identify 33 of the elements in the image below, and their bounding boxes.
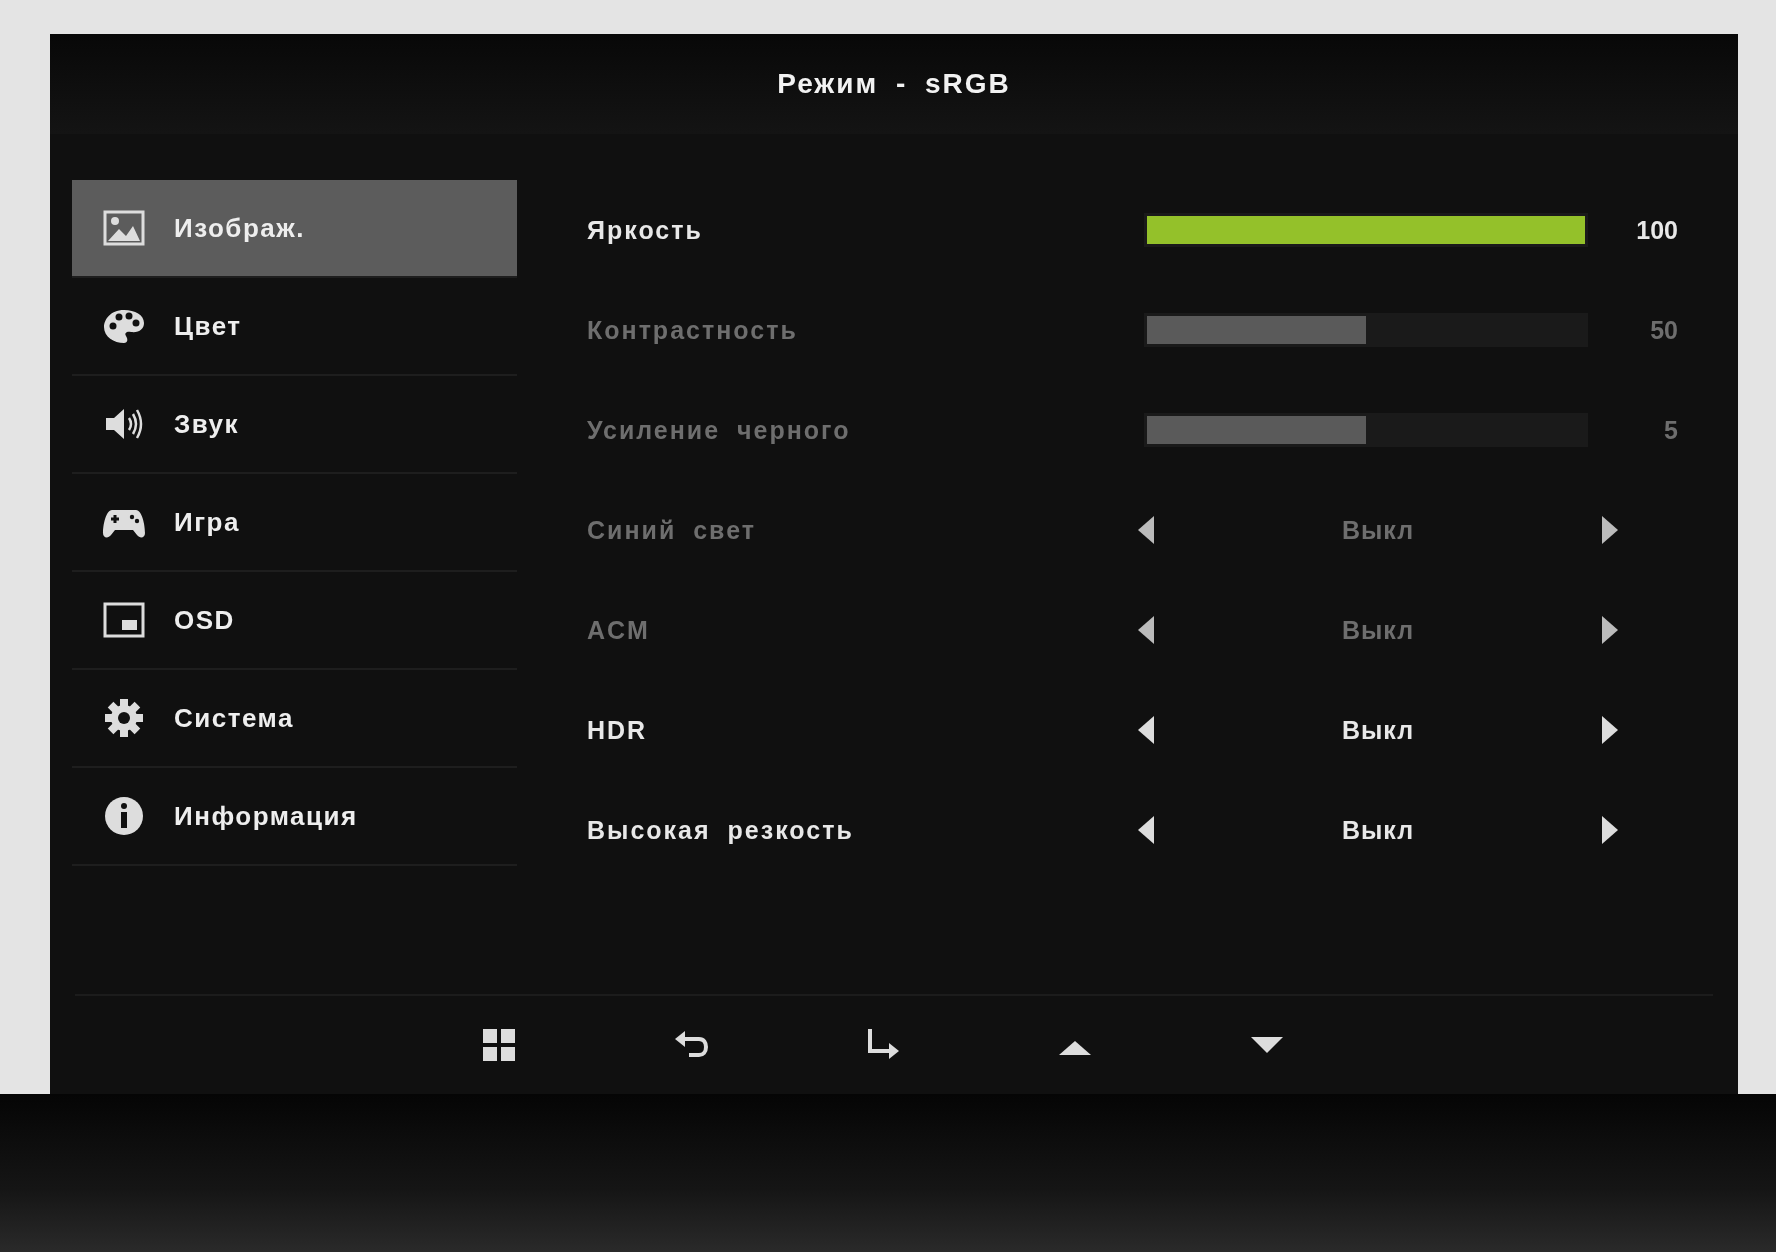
- menu-item[interactable]: OSD: [72, 572, 517, 670]
- slider-track[interactable]: [1144, 313, 1588, 347]
- menu-item[interactable]: Звук: [72, 376, 517, 474]
- setting-label: Высокая резкость: [587, 815, 854, 845]
- slider-value: 100: [1635, 215, 1678, 245]
- setting-label: Контрастность: [587, 315, 798, 345]
- right-arrow-icon: [1600, 516, 1618, 544]
- mode-title: Режим - sRGB: [777, 68, 1011, 100]
- menu-item[interactable]: Игра: [72, 474, 517, 572]
- left-arrow-icon: [1138, 516, 1156, 544]
- info-icon: [102, 795, 146, 837]
- left-arrow-icon: [1138, 716, 1156, 744]
- setting-label: Усиление черного: [587, 415, 851, 445]
- slider-track[interactable]: [1144, 413, 1588, 447]
- setting-label: Яркость: [587, 215, 703, 245]
- option-value[interactable]: Выкл: [1341, 815, 1415, 845]
- right-arrow-icon: [1600, 616, 1618, 644]
- menu-item[interactable]: Изображ.: [72, 180, 517, 278]
- menu-item[interactable]: Цвет: [72, 278, 517, 376]
- setting-label: ACM: [587, 615, 650, 645]
- right-arrow-icon: [1600, 816, 1618, 844]
- menu-item[interactable]: Информация: [72, 768, 517, 866]
- slider-value: 50: [1649, 315, 1678, 345]
- left-arrow-icon: [1138, 616, 1156, 644]
- option-value[interactable]: Выкл: [1341, 715, 1415, 745]
- left-arrow-icon: [1138, 816, 1156, 844]
- setting-label: Синий свет: [587, 515, 756, 545]
- setting-label: HDR: [587, 715, 648, 745]
- slider-value: 5: [1663, 415, 1678, 445]
- right-arrow-icon: [1600, 716, 1618, 744]
- grid-icon[interactable]: [481, 1027, 517, 1063]
- settings-icon: [102, 697, 146, 739]
- menu-item[interactable]: Система: [72, 670, 517, 768]
